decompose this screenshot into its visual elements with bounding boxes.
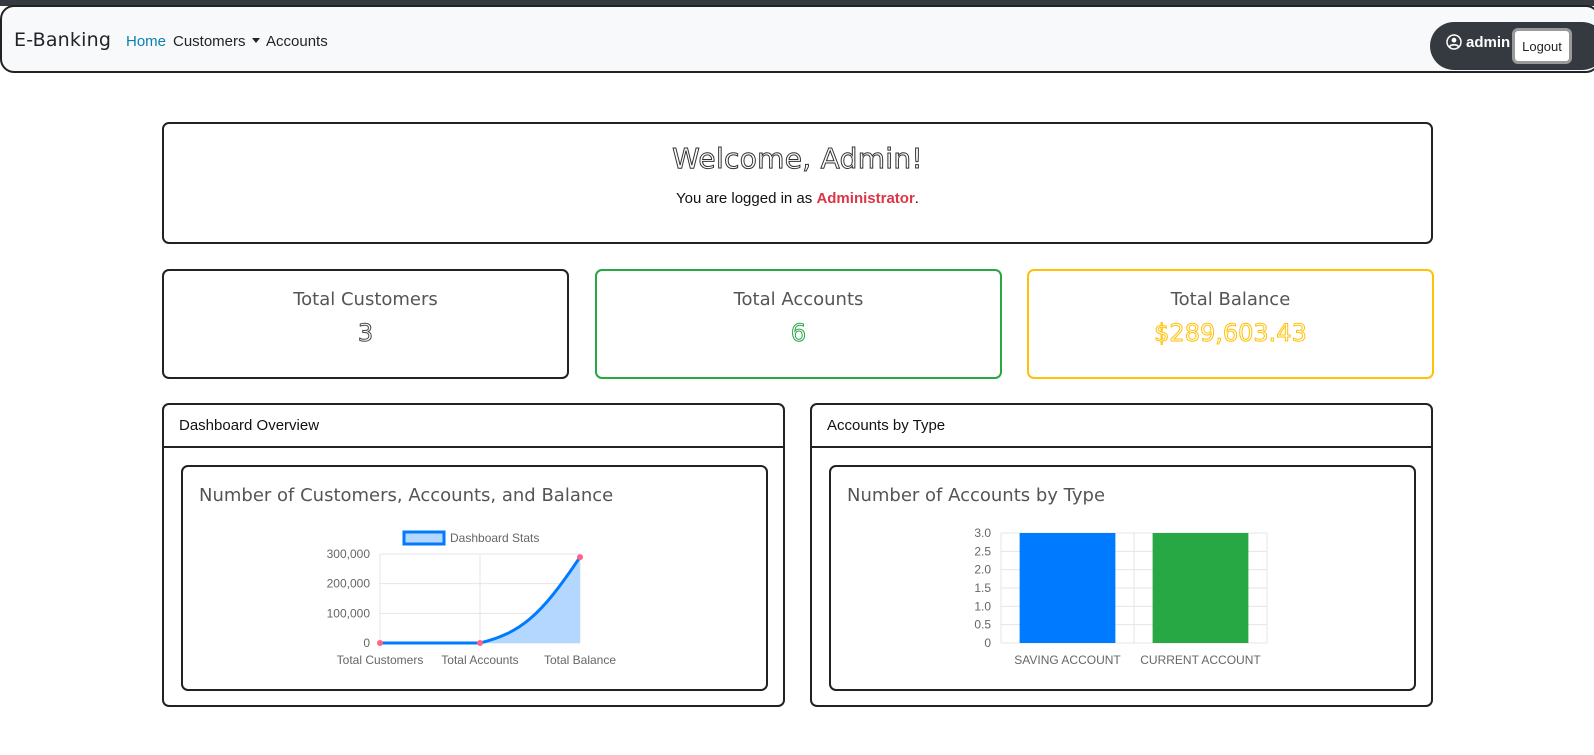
caret-down-icon (251, 38, 260, 43)
username-label: admin (1466, 34, 1511, 51)
stat-value: 6 (790, 319, 807, 348)
stat-card-balance: Total Balance $289,603.43 (1027, 269, 1434, 379)
legend-label: Dashboard Stats (450, 531, 539, 545)
chart-card: Number of Accounts by Type 0 0.5 1.0 1.5 2.0… (829, 465, 1416, 691)
stat-label: Total Balance (1170, 289, 1291, 310)
x-tick-label: Total Customers (337, 653, 424, 667)
stat-card-customers: Total Customers 3 (162, 269, 569, 379)
user-circle-icon (1446, 34, 1462, 50)
x-tick-label: CURRENT ACCOUNT (1140, 653, 1261, 667)
y-tick-label: 2.0 (974, 563, 991, 577)
y-tick-label: 3.0 (974, 526, 991, 540)
dashboard-overview-panel: Dashboard Overview Number of Customers, … (162, 403, 785, 707)
bar (1019, 533, 1116, 643)
nav-accounts-link[interactable]: Accounts (266, 33, 328, 50)
data-point (577, 554, 583, 561)
x-tick-label: Total Accounts (441, 653, 518, 667)
nav-home-link[interactable]: Home (126, 33, 166, 50)
welcome-card: Welcome, Admin! You are logged in as Adm… (162, 122, 1433, 244)
y-tick-label: 0.5 (974, 618, 991, 632)
y-tick-label: 300,000 (327, 547, 371, 561)
data-point (377, 639, 383, 646)
y-tick-label: 100,000 (327, 606, 371, 620)
panel-header: Dashboard Overview (164, 405, 783, 448)
nav-customers-dropdown[interactable]: Customers (173, 33, 260, 50)
data-point (477, 639, 483, 646)
stat-value: $289,603.43 (1154, 319, 1308, 348)
x-tick-label: Total Balance (544, 653, 616, 667)
welcome-subtitle: You are logged in as Administrator. (164, 190, 1431, 207)
user-menu: admin Logout (1430, 22, 1594, 70)
welcome-sub-prefix: You are logged in as (676, 190, 817, 207)
stat-label: Total Accounts (733, 289, 864, 310)
x-tick-label: SAVING ACCOUNT (1014, 653, 1121, 667)
y-tick-label: 200,000 (327, 577, 371, 591)
y-tick-label: 0 (984, 636, 991, 650)
stat-label: Total Customers (293, 289, 438, 310)
y-tick-label: 1.5 (974, 581, 991, 595)
accounts-by-type-panel: Accounts by Type Number of Accounts by T… (810, 403, 1433, 707)
chart-card: Number of Customers, Accounts, and Balan… (181, 465, 768, 691)
y-tick-label: 2.5 (974, 544, 991, 558)
stat-value: 3 (357, 319, 374, 348)
logout-button[interactable]: Logout (1512, 28, 1572, 64)
y-tick-label: 0 (363, 636, 370, 650)
nav-customers-label: Customers (173, 33, 246, 50)
y-tick-label: 1.0 (974, 599, 991, 613)
navbar: E-Banking Home Customers Accounts admin … (0, 5, 1594, 73)
legend-swatch (402, 530, 446, 546)
accounts-by-type-bar-chart: 0 0.5 1.0 1.5 2.0 2.5 3.0 SAVING ACCOUNT CURRENT… (974, 526, 1268, 667)
welcome-title: Welcome, Admin! (672, 142, 924, 176)
bar (1152, 533, 1249, 643)
welcome-sub-suffix: . (914, 190, 919, 207)
role-label: Administrator (816, 190, 915, 207)
brand-logo[interactable]: E-Banking (14, 29, 111, 51)
overview-area-chart: Dashboard Stats 0 100,000 200,000 300,000 Tot… (327, 530, 616, 667)
stat-card-accounts: Total Accounts 6 (595, 269, 1002, 379)
panel-header: Accounts by Type (812, 405, 1431, 448)
